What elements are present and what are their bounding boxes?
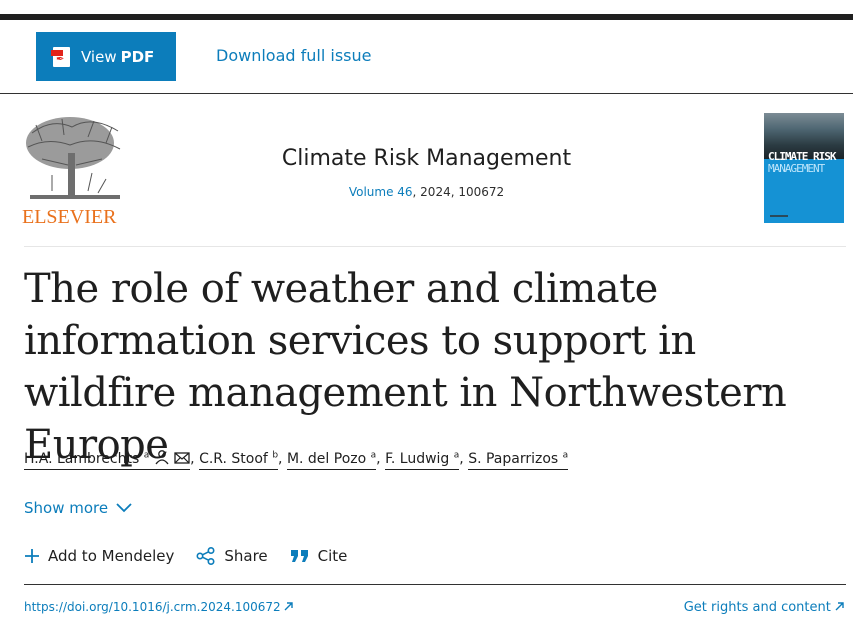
- cover-logo-mark: [770, 215, 788, 217]
- author-link[interactable]: H.A. Lambrechts a: [24, 450, 191, 470]
- doi-link[interactable]: https://doi.org/10.1016/j.crm.2024.10067…: [24, 600, 294, 614]
- author-affiliation: b: [272, 450, 279, 461]
- elsevier-wordmark: ELSEVIER: [22, 206, 117, 227]
- toolbar: ✒ View PDF Download full issue: [0, 20, 853, 94]
- article-actions: Add to Mendeley Share Cite: [24, 547, 369, 565]
- author-name: F. Ludwig: [385, 451, 450, 467]
- author-name: M. del Pozo: [286, 451, 367, 467]
- author-affiliation: a: [562, 450, 569, 461]
- header-divider: [24, 246, 846, 247]
- view-pdf-label: View: [81, 47, 117, 66]
- add-to-mendeley-label: Add to Mendeley: [48, 547, 175, 565]
- email-icon: [174, 452, 190, 464]
- author-affiliation: a: [453, 450, 460, 461]
- author-link[interactable]: C.R. Stoof b: [199, 450, 279, 470]
- rights-link[interactable]: Get rights and content: [684, 600, 844, 615]
- journal-volume: Volume 46, 2024, 100672: [0, 185, 853, 199]
- author-name: C.R. Stoof: [199, 451, 268, 467]
- volume-link[interactable]: Volume 46: [349, 185, 413, 199]
- external-link-icon: [284, 602, 294, 611]
- quote-icon: [290, 550, 308, 562]
- doi-text: https://doi.org/10.1016/j.crm.2024.10067…: [24, 600, 281, 614]
- show-more-label: Show more: [24, 499, 109, 517]
- top-bar: [0, 0, 853, 20]
- download-full-issue-link[interactable]: Download full issue: [216, 46, 371, 65]
- share-icon: [196, 547, 215, 565]
- view-pdf-button[interactable]: ✒ View PDF: [36, 32, 176, 81]
- add-to-mendeley-button[interactable]: Add to Mendeley: [24, 547, 174, 565]
- show-more-button[interactable]: Show more: [24, 499, 132, 517]
- pdf-icon: ✒: [51, 46, 70, 67]
- author-affiliation: a: [143, 450, 150, 461]
- journal-title[interactable]: Climate Risk Management: [0, 146, 853, 171]
- author-affiliation: a: [370, 450, 377, 461]
- rights-text: Get rights and content: [683, 600, 831, 615]
- author-name: H.A. Lambrechts: [24, 451, 140, 467]
- actions-divider: [24, 584, 846, 585]
- share-button[interactable]: Share: [196, 547, 268, 565]
- cite-button[interactable]: Cite: [290, 547, 348, 565]
- cite-label: Cite: [317, 547, 348, 565]
- cover-title-line2: MANAGEMENT: [768, 162, 825, 175]
- plus-icon: [25, 549, 39, 563]
- view-pdf-label-bold: PDF: [120, 47, 155, 66]
- author-link[interactable]: M. del Pozo a: [286, 450, 377, 470]
- author-name: S. Paparrizos: [468, 451, 559, 467]
- author-list: H.A. Lambrechts a , C.R. Stoof b, M. del…: [24, 449, 569, 470]
- external-link-icon: [835, 602, 844, 611]
- person-icon: [155, 450, 169, 465]
- author-link[interactable]: F. Ludwig a: [385, 450, 460, 470]
- journal-cover[interactable]: CLIMATE RISK MANAGEMENT: [764, 113, 844, 223]
- chevron-down-icon: [116, 503, 132, 513]
- volume-details: , 2024, 100672: [412, 185, 505, 199]
- article-title: The role of weather and climate informat…: [24, 266, 787, 468]
- author-link[interactable]: S. Paparrizos a: [468, 450, 569, 470]
- share-label: Share: [224, 547, 268, 565]
